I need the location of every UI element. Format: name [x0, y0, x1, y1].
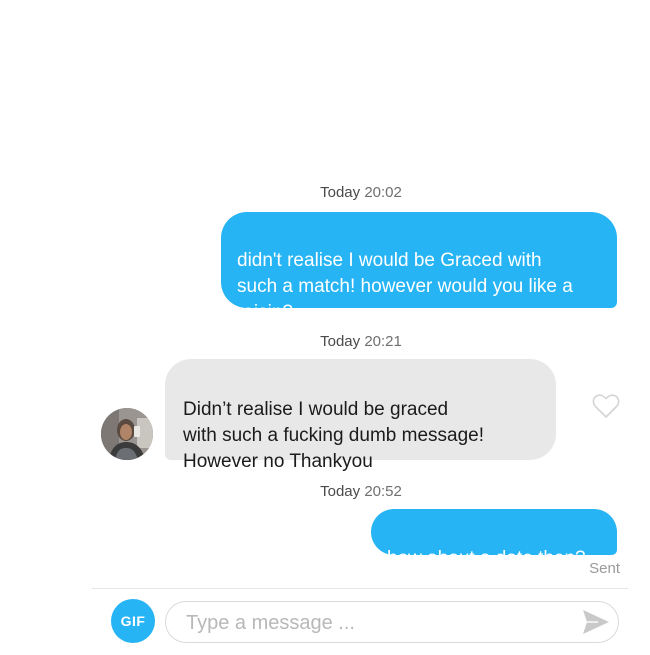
message-timestamp: Today 20:02: [0, 184, 650, 201]
timestamp-day: Today: [320, 333, 361, 350]
message-text: Didn’t realise I would be graced with su…: [183, 399, 484, 472]
message-timestamp: Today 20:21: [0, 333, 650, 350]
sent-message-bubble[interactable]: didn't realise I would be Graced with su…: [221, 212, 617, 323]
message-composer: [165, 601, 619, 644]
timestamp-day: Today: [320, 483, 361, 500]
heart-outline-icon[interactable]: [592, 393, 620, 419]
delivery-status: Sent: [589, 560, 620, 577]
message-text: didn't realise I would be Graced with su…: [237, 250, 573, 323]
message-text: how about a date then?: [387, 548, 586, 569]
send-icon[interactable]: [582, 609, 610, 635]
composer-divider: [92, 588, 628, 589]
avatar-photo: [101, 408, 153, 460]
sent-message-bubble[interactable]: how about a date then?: [371, 509, 617, 569]
match-avatar[interactable]: [101, 408, 153, 460]
timestamp-time: 20:21: [364, 333, 402, 350]
timestamp-day: Today: [320, 184, 361, 201]
timestamp-time: 20:02: [364, 184, 402, 201]
timestamp-time: 20:52: [364, 483, 402, 500]
gif-button[interactable]: GIF: [111, 599, 155, 643]
message-timestamp: Today 20:52: [0, 483, 650, 500]
message-input[interactable]: [184, 602, 568, 644]
received-message-bubble[interactable]: Didn’t realise I would be graced with su…: [165, 359, 556, 472]
